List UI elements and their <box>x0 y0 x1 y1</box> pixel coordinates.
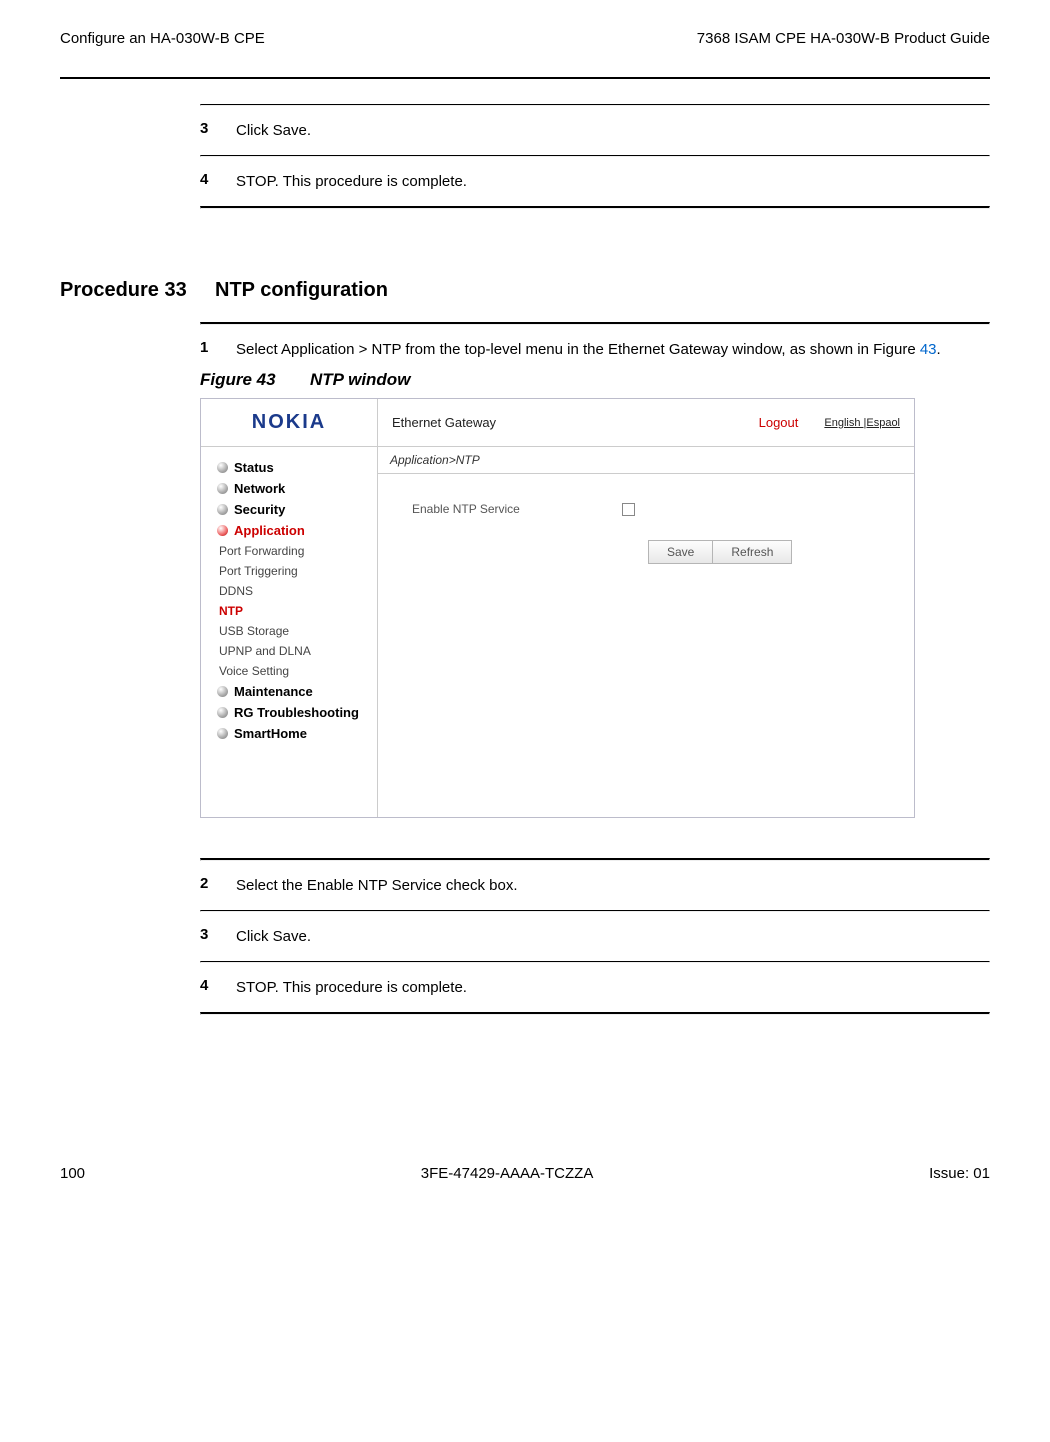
step-number: 4 <box>200 171 236 192</box>
figure-label: Figure 43 <box>200 370 310 390</box>
sidebar-item-label: Port Triggering <box>219 564 298 578</box>
rule <box>200 104 990 106</box>
step-text: Select the Enable NTP Service check box. <box>236 875 518 896</box>
sidebar-item-label: Security <box>234 502 285 517</box>
nokia-logo: NOKIA <box>252 411 326 434</box>
sidebar-item-application[interactable]: Application <box>201 520 377 541</box>
sidebar-item-maintenance[interactable]: Maintenance <box>201 681 377 702</box>
step-number: 4 <box>200 977 236 998</box>
step-number: 3 <box>200 926 236 947</box>
save-button[interactable]: Save <box>648 540 713 564</box>
rule <box>200 155 990 157</box>
sidebar-item-label: Network <box>234 481 285 496</box>
sidebar-item-port-forwarding[interactable]: Port Forwarding <box>201 541 377 561</box>
bullet-icon <box>217 686 228 697</box>
sidebar-item-label: Maintenance <box>234 684 313 699</box>
sidebar-item-voice-setting[interactable]: Voice Setting <box>201 661 377 681</box>
bullet-icon <box>217 525 228 536</box>
bullet-icon <box>217 462 228 473</box>
step-text-part: . <box>937 341 941 358</box>
step-text-part: Select Application > NTP from the top-le… <box>236 341 920 358</box>
sidebar-item-label: USB Storage <box>219 624 289 638</box>
gateway-title: Ethernet Gateway <box>392 415 496 430</box>
sidebar-item-label: Application <box>234 523 305 538</box>
step-text: Click Save. <box>236 120 311 141</box>
rule <box>200 1012 990 1015</box>
sidebar-item-label: Port Forwarding <box>219 544 304 558</box>
step-text: Click Save. <box>236 926 311 947</box>
header-left: Configure an HA-030W-B CPE <box>60 30 265 47</box>
procedure-label: Procedure 33 <box>60 279 215 302</box>
header-right: 7368 ISAM CPE HA-030W-B Product Guide <box>697 30 990 47</box>
enable-ntp-checkbox[interactable] <box>622 503 635 516</box>
sidebar-item-smarthome[interactable]: SmartHome <box>201 723 377 744</box>
step-number: 1 <box>200 339 236 360</box>
logout-link[interactable]: Logout <box>759 415 799 430</box>
refresh-button[interactable]: Refresh <box>712 540 792 564</box>
page-number: 100 <box>60 1165 85 1182</box>
sidebar-item-upnp-dlna[interactable]: UPNP and DLNA <box>201 641 377 661</box>
step-text: STOP. This procedure is complete. <box>236 171 467 192</box>
step-text: Select Application > NTP from the top-le… <box>236 339 941 360</box>
rule <box>200 910 990 912</box>
procedure-title: NTP configuration <box>215 279 388 302</box>
sidebar-item-network[interactable]: Network <box>201 478 377 499</box>
sidebar-item-label: NTP <box>219 604 243 618</box>
step-number: 2 <box>200 875 236 896</box>
sidebar-item-label: RG Troubleshooting <box>234 705 359 720</box>
rule <box>200 961 990 963</box>
ntp-window-screenshot: NOKIA Ethernet Gateway Logout English |E… <box>200 398 915 818</box>
figure-title: NTP window <box>310 370 410 390</box>
rule <box>200 206 990 209</box>
sidebar-item-label: Status <box>234 460 274 475</box>
sidebar-item-label: DDNS <box>219 584 253 598</box>
sidebar: Status Network Security Application Port… <box>201 447 378 817</box>
bullet-icon <box>217 483 228 494</box>
sidebar-item-label: SmartHome <box>234 726 307 741</box>
bullet-icon <box>217 707 228 718</box>
step-number: 3 <box>200 120 236 141</box>
language-link[interactable]: English |Espaol <box>824 417 900 429</box>
doc-number: 3FE-47429-AAAA-TCZZA <box>421 1165 594 1182</box>
step-text: STOP. This procedure is complete. <box>236 977 467 998</box>
sidebar-item-security[interactable]: Security <box>201 499 377 520</box>
logo-cell: NOKIA <box>201 399 378 447</box>
sidebar-item-port-triggering[interactable]: Port Triggering <box>201 561 377 581</box>
sidebar-item-rg-troubleshooting[interactable]: RG Troubleshooting <box>201 702 377 723</box>
bullet-icon <box>217 728 228 739</box>
sidebar-item-ntp[interactable]: NTP <box>201 601 377 621</box>
rule <box>60 77 990 79</box>
sidebar-item-label: UPNP and DLNA <box>219 644 311 658</box>
enable-ntp-label: Enable NTP Service <box>412 502 622 516</box>
breadcrumb: Application>NTP <box>378 447 914 474</box>
sidebar-item-status[interactable]: Status <box>201 457 377 478</box>
figure-link[interactable]: 43 <box>920 341 937 358</box>
issue-number: Issue: 01 <box>929 1165 990 1182</box>
bullet-icon <box>217 504 228 515</box>
rule <box>200 858 990 861</box>
sidebar-item-ddns[interactable]: DDNS <box>201 581 377 601</box>
sidebar-item-usb-storage[interactable]: USB Storage <box>201 621 377 641</box>
sidebar-item-label: Voice Setting <box>219 664 289 678</box>
rule <box>200 322 990 325</box>
